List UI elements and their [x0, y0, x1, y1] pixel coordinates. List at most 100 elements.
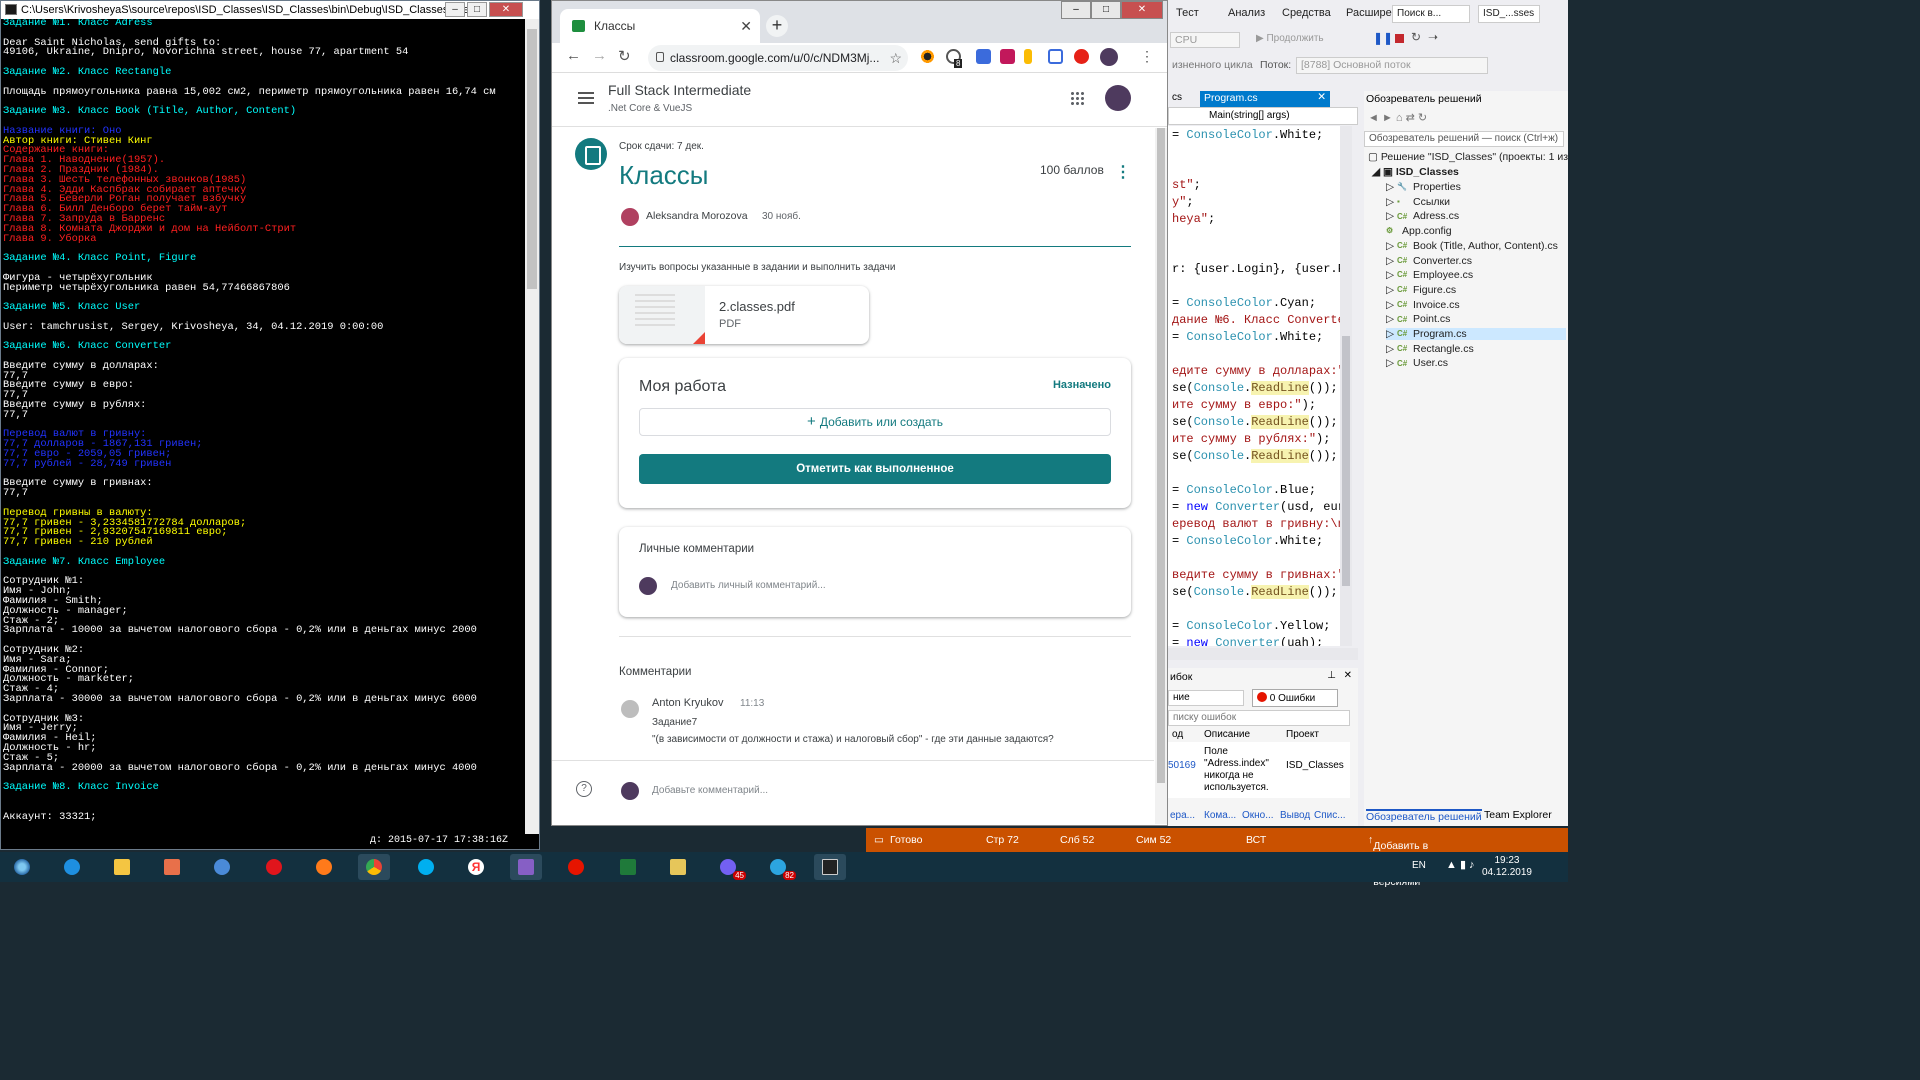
back-icon[interactable]: ◄ [1368, 112, 1379, 124]
page-scroll-thumb[interactable] [1157, 128, 1165, 783]
expand-arrow-icon[interactable]: ▷ [1386, 357, 1397, 369]
vs-search-input[interactable]: Поиск в... [1392, 5, 1470, 23]
console-titlebar[interactable]: C:\Users\KrivosheyaS\source\repos\ISD_Cl… [1, 1, 539, 19]
panel-close-icon[interactable]: ✕ [1344, 670, 1352, 681]
chrome-maximize-button[interactable]: □ [1091, 1, 1121, 19]
expand-arrow-icon[interactable]: ▷ [1386, 269, 1397, 281]
chrome-icon[interactable] [358, 854, 390, 880]
folder-icon[interactable] [662, 854, 694, 880]
hamburger-menu-icon[interactable] [578, 92, 594, 104]
scroll-thumb[interactable] [527, 29, 537, 289]
bookmark-star-icon[interactable]: ☆ [889, 45, 902, 71]
solution-file-item[interactable]: ▷ C# Rectangle.cs [1386, 343, 1474, 355]
yandex-browser-icon[interactable] [560, 854, 592, 880]
more-options-icon[interactable]: ⋮ [1115, 162, 1131, 182]
add-or-create-button[interactable]: + Добавить или создать [639, 408, 1111, 436]
col-description[interactable]: Описание [1204, 729, 1250, 740]
expand-arrow-icon[interactable]: ▷ [1386, 255, 1397, 267]
expand-arrow-icon[interactable]: ▷ [1386, 284, 1397, 296]
expand-arrow-icon[interactable]: ▷ [1386, 328, 1397, 340]
error-search-input[interactable]: писку ошибок [1168, 710, 1350, 726]
solution-file-item[interactable]: ▷ C# Point.cs [1386, 313, 1450, 325]
close-button[interactable]: ✕ [489, 2, 523, 17]
solution-node[interactable]: ▢ Решение "ISD_Classes" (проекты: 1 из 1… [1368, 151, 1568, 163]
new-tab-button[interactable]: + [766, 15, 788, 37]
console-scrollbar[interactable] [525, 19, 539, 834]
show-next-icon[interactable]: ➝ [1428, 30, 1438, 44]
solution-file-item[interactable]: ▷ 🔧 Properties [1386, 181, 1461, 193]
expand-arrow-icon[interactable]: ▷ [1386, 210, 1397, 222]
chrome-menu-icon[interactable]: ⋮ [1140, 48, 1154, 65]
extension-1-icon[interactable] [920, 49, 935, 64]
tab-list[interactable]: Спис... [1314, 810, 1346, 821]
mark-done-button[interactable]: Отметить как выполненное [639, 454, 1111, 484]
skype-icon[interactable] [410, 854, 442, 880]
sync-icon[interactable]: ⇄ [1406, 112, 1415, 124]
menu-analyze[interactable]: Анализ [1228, 7, 1265, 19]
maximize-button[interactable]: □ [467, 2, 487, 17]
home-icon[interactable]: ⌂ [1396, 112, 1403, 124]
tab-window[interactable]: Окно... [1242, 810, 1274, 821]
col-project[interactable]: Проект [1286, 729, 1319, 740]
console-task-icon[interactable] [814, 854, 846, 880]
tab-left-file[interactable]: cs [1172, 92, 1182, 103]
solution-file-item[interactable]: ▷ C# Converter.cs [1386, 255, 1472, 267]
refresh-icon[interactable]: ↻ [1418, 112, 1427, 124]
vcs-button[interactable]: ↑ Добавить в систему управления версиями [1368, 834, 1431, 888]
start-button[interactable] [6, 854, 34, 880]
help-icon[interactable]: ? [576, 781, 592, 797]
account-avatar[interactable] [1105, 85, 1131, 111]
menu-test[interactable]: Тест [1176, 7, 1199, 19]
outlook-icon[interactable] [206, 854, 238, 880]
stop-icon[interactable] [1395, 34, 1404, 43]
continue-button[interactable]: ▶ Продолжить [1256, 33, 1324, 44]
error-row[interactable]: 50169 Поле "Adress.index" никогда не исполь… [1168, 742, 1350, 798]
expand-arrow-icon[interactable]: ▷ [1386, 343, 1397, 355]
private-comment-input[interactable]: Добавить личный комментарий... [671, 580, 826, 591]
expand-arrow-icon[interactable]: ▷ [1386, 196, 1397, 208]
tab-close-icon[interactable]: ✕ [740, 9, 752, 43]
extension-tab-icon[interactable] [1048, 49, 1063, 64]
attachment-card[interactable]: 2.classes.pdf PDF [619, 286, 869, 344]
excel-icon[interactable] [612, 854, 644, 880]
extension-v-icon[interactable] [976, 49, 991, 64]
explorer-icon[interactable] [106, 854, 138, 880]
expand-arrow-icon[interactable]: ▷ [1386, 240, 1397, 252]
clock[interactable]: 19:23 04.12.2019 [1482, 855, 1532, 879]
apps-grid-icon[interactable] [1070, 91, 1084, 105]
ie-icon[interactable] [56, 854, 88, 880]
class-comment-input[interactable]: Добавьте комментарий... [652, 785, 768, 796]
back-icon[interactable]: ← [566, 47, 581, 64]
tab-classroom[interactable]: Классы ✕ [560, 9, 760, 43]
visual-studio-icon[interactable] [510, 854, 542, 880]
pin-icon[interactable]: ⊥ [1327, 670, 1336, 681]
editor-hscrollbar[interactable] [1168, 648, 1358, 660]
error-filter-dropdown[interactable]: ние [1168, 690, 1244, 706]
yandex-icon[interactable]: Я [460, 854, 492, 880]
errors-count-button[interactable]: 0 Ошибки [1252, 689, 1338, 707]
chrome-close-button[interactable]: ✕ [1121, 1, 1163, 19]
extension-flag-icon[interactable] [1024, 49, 1032, 64]
tab-team-explorer[interactable]: Team Explorer [1484, 809, 1552, 821]
media-player-icon[interactable] [156, 854, 188, 880]
page-scrollbar[interactable] [1155, 128, 1167, 824]
forward-icon[interactable]: ► [1382, 112, 1393, 124]
tab-output[interactable]: Вывод [1280, 810, 1310, 821]
thread-dropdown[interactable]: [8788] Основной поток [1296, 57, 1488, 74]
solution-search-input[interactable]: Обозреватель решений — поиск (Ctrl+ж) [1364, 131, 1564, 147]
course-title[interactable]: Full Stack Intermediate [608, 82, 751, 98]
tab-program-cs[interactable]: Program.cs ✕ [1200, 91, 1330, 107]
tab-close-icon[interactable]: ✕ [1317, 91, 1326, 103]
code-editor[interactable]: = ConsoleColor.White; st"; y"; heya"; r: {us… [1168, 126, 1340, 646]
restart-icon[interactable]: ↻ [1411, 30, 1421, 44]
cpu-dropdown[interactable]: CPU [1170, 32, 1240, 48]
solution-file-item[interactable]: ⚙ App.config [1386, 225, 1452, 237]
minimize-button[interactable]: – [445, 2, 465, 17]
profile-avatar[interactable] [1100, 48, 1118, 66]
solution-file-item[interactable]: ▷ C# Program.cs [1386, 328, 1566, 340]
chrome-minimize-button[interactable]: – [1061, 1, 1091, 19]
language-indicator[interactable]: EN [1412, 860, 1426, 871]
address-bar[interactable]: classroom.google.com/u/0/c/NDM3Mj... ☆ [648, 45, 908, 71]
telegram-icon[interactable]: 82 [762, 854, 796, 880]
viber-icon[interactable]: 45 [712, 854, 746, 880]
